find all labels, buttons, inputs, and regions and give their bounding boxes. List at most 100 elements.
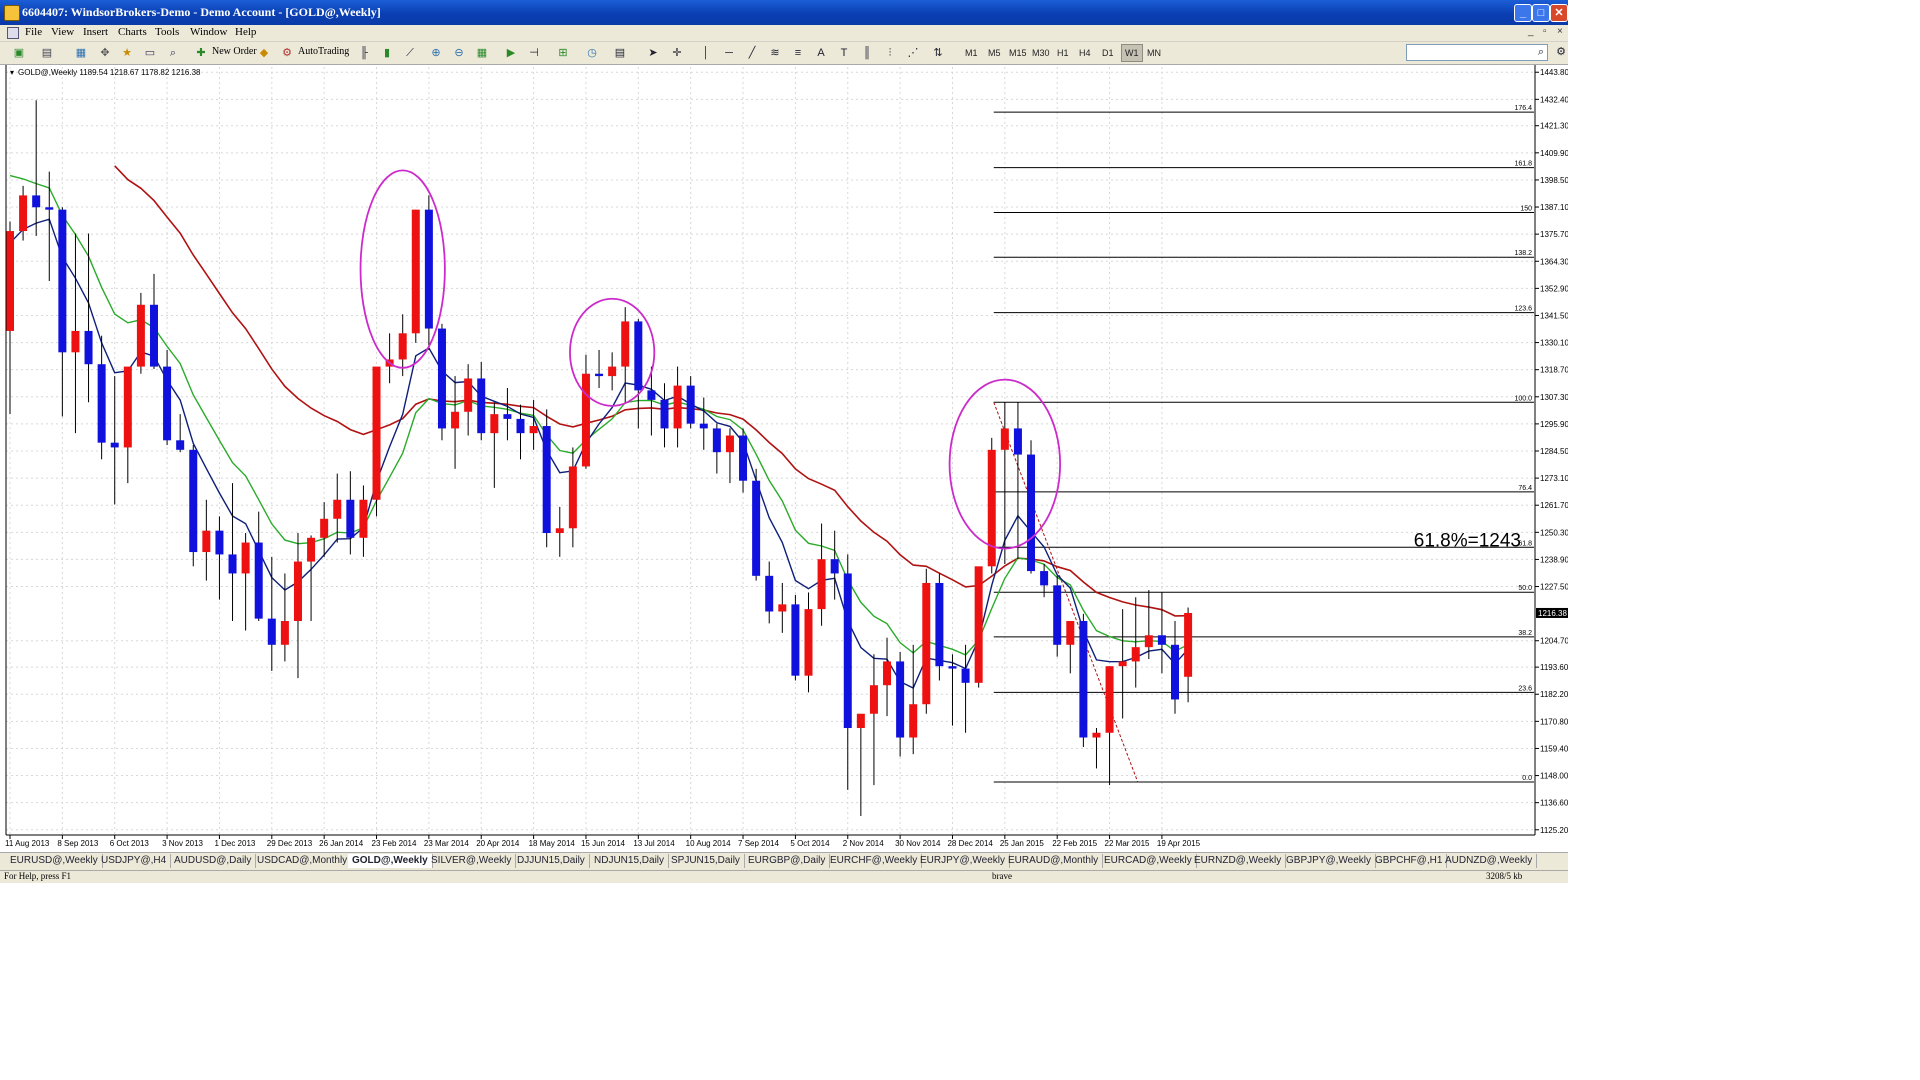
vertical-line-icon[interactable]: │ bbox=[697, 45, 715, 61]
timeframe-m15[interactable]: M15 bbox=[1006, 45, 1030, 61]
timeframe-d1[interactable]: D1 bbox=[1099, 45, 1117, 61]
text-tool-icon[interactable]: A bbox=[812, 45, 830, 61]
terminal-icon[interactable]: ▭ bbox=[141, 45, 159, 61]
candle-body bbox=[163, 366, 172, 441]
price-chart[interactable]: 176.4161.8150138.2123.6100.076.461.850.0… bbox=[0, 65, 1569, 852]
bar-chart-icon[interactable]: ╟ bbox=[355, 45, 373, 61]
tab-silver-weekly[interactable]: SILVER@,Weekly bbox=[427, 854, 517, 868]
menu-file[interactable]: File bbox=[25, 26, 42, 38]
minimize-button[interactable]: _ bbox=[1514, 4, 1532, 22]
new-order-button[interactable]: New Order bbox=[212, 46, 257, 57]
document-icon[interactable] bbox=[7, 27, 19, 39]
timeframe-m30[interactable]: M30 bbox=[1029, 45, 1053, 61]
tab-ndjun15-daily[interactable]: NDJUN15,Daily bbox=[590, 854, 670, 868]
zoom-out-icon[interactable]: ⊖ bbox=[450, 45, 468, 61]
tab-euraud-monthly[interactable]: EURAUD@,Monthly bbox=[1004, 854, 1104, 868]
candle-body bbox=[634, 321, 643, 391]
menu-view[interactable]: View bbox=[51, 26, 74, 38]
tab-eurusd-weekly[interactable]: EURUSD@,Weekly bbox=[6, 854, 103, 868]
candle-body bbox=[1040, 571, 1049, 586]
timeframe-h1[interactable]: H1 bbox=[1054, 45, 1072, 61]
horizontal-line-icon[interactable]: ─ bbox=[720, 45, 738, 61]
mdi-restore-button[interactable]: ▫ bbox=[1543, 26, 1547, 37]
candle bbox=[987, 437, 996, 574]
line-chart-icon[interactable]: ⟋ bbox=[401, 45, 419, 61]
mdi-close-button[interactable]: × bbox=[1557, 26, 1563, 37]
chart-header: GOLD@,Weekly 1189.54 1218.67 1178.82 121… bbox=[18, 68, 201, 77]
new-order-icon[interactable]: ✚ bbox=[192, 45, 210, 61]
tab-audusd-daily[interactable]: AUDUSD@,Daily bbox=[170, 854, 257, 868]
search-icon[interactable]: ⌕ bbox=[1532, 44, 1550, 60]
tab-eurjpy-weekly[interactable]: EURJPY@,Weekly bbox=[916, 854, 1010, 868]
gann-icon[interactable]: ║ bbox=[858, 45, 876, 61]
autotrading-button[interactable]: AutoTrading bbox=[298, 46, 349, 57]
candle-body bbox=[1171, 644, 1180, 700]
templates-icon[interactable]: ▤ bbox=[611, 45, 629, 61]
tab-djjun15-daily[interactable]: DJJUN15,Daily bbox=[513, 854, 590, 868]
timeframe-mn[interactable]: MN bbox=[1144, 45, 1164, 61]
menu-insert[interactable]: Insert bbox=[83, 26, 108, 38]
status-traffic: 3208/5 kb bbox=[1486, 871, 1523, 881]
periods-icon[interactable]: ◷ bbox=[583, 45, 601, 61]
chart-shift-icon[interactable]: ⊣ bbox=[525, 45, 543, 61]
candle-body bbox=[896, 661, 905, 738]
timeframe-m1[interactable]: M1 bbox=[962, 45, 981, 61]
tab-gbpchf-h1[interactable]: GBPCHF@,H1 bbox=[1371, 854, 1448, 868]
tab-audnzd-weekly[interactable]: AUDNZD@,Weekly bbox=[1441, 854, 1538, 868]
tab-usdjpy-h4[interactable]: USDJPY@,H4 bbox=[97, 854, 172, 868]
menu-window[interactable]: Window bbox=[190, 26, 227, 38]
close-button[interactable]: ✕ bbox=[1550, 4, 1568, 22]
tab-eurchf-weekly[interactable]: EURCHF@,Weekly bbox=[826, 854, 923, 868]
zoom-in-icon[interactable]: ⊕ bbox=[427, 45, 445, 61]
menu-help[interactable]: Help bbox=[235, 26, 256, 38]
candle-body bbox=[71, 330, 80, 353]
menu-tools[interactable]: Tools bbox=[155, 26, 179, 38]
arrows-icon[interactable]: ⇅ bbox=[929, 45, 947, 61]
fibonacci-icon[interactable]: ≋ bbox=[766, 45, 784, 61]
tab-gbpjpy-weekly[interactable]: GBPJPY@,Weekly bbox=[1282, 854, 1376, 868]
profiles-icon[interactable]: ▤ bbox=[38, 45, 56, 61]
fibo-fan-icon[interactable]: ⫶ bbox=[881, 45, 899, 61]
new-chart-icon[interactable]: ▣ bbox=[10, 45, 28, 61]
search-input[interactable] bbox=[1406, 44, 1548, 61]
text-label-icon[interactable]: T bbox=[835, 45, 853, 61]
mdi-minimize-button[interactable]: _ bbox=[1528, 26, 1534, 37]
tab-eurgbp-daily[interactable]: EURGBP@,Daily bbox=[744, 854, 831, 868]
timeframe-w1[interactable]: W1 bbox=[1121, 44, 1143, 62]
chart-background bbox=[0, 65, 1568, 852]
timeframe-m5[interactable]: M5 bbox=[985, 45, 1004, 61]
tab-eurcad-weekly[interactable]: EURCAD@,Weekly bbox=[1100, 854, 1197, 868]
candle-body bbox=[1066, 621, 1075, 645]
tab-spjun15-daily[interactable]: SPJUN15,Daily bbox=[667, 854, 745, 868]
candle-body bbox=[1079, 621, 1088, 738]
candle-body bbox=[451, 411, 460, 429]
channel-icon[interactable]: ≡ bbox=[789, 45, 807, 61]
strategy-tester-icon[interactable]: ⌕ bbox=[164, 45, 182, 61]
tile-windows-icon[interactable]: ▦ bbox=[473, 45, 491, 61]
fibo-expansion-icon[interactable]: ⋰ bbox=[904, 45, 922, 61]
metaeditor-icon[interactable]: ◆ bbox=[255, 45, 273, 61]
navigator-icon[interactable]: ✥ bbox=[96, 45, 114, 61]
favorites-icon[interactable]: ★ bbox=[118, 45, 136, 61]
tab-gold-weekly[interactable]: GOLD@,Weekly bbox=[348, 854, 433, 868]
tab-eurnzd-weekly[interactable]: EURNZD@,Weekly bbox=[1190, 854, 1287, 868]
trendline-icon[interactable]: ╱ bbox=[743, 45, 761, 61]
price-tick-label: 1398.50 bbox=[1540, 176, 1568, 185]
autoscroll-icon[interactable]: ▶ bbox=[502, 45, 520, 61]
candle-body bbox=[19, 195, 28, 232]
market-watch-icon[interactable]: ▦ bbox=[72, 45, 90, 61]
autotrading-icon[interactable]: ⚙ bbox=[278, 45, 296, 61]
options-icon[interactable]: ⚙ bbox=[1552, 44, 1570, 60]
candle-body bbox=[202, 530, 211, 553]
time-tick-label: 25 Jan 2015 bbox=[1000, 839, 1045, 848]
tab-usdcad-monthly[interactable]: USDCAD@,Monthly bbox=[253, 854, 353, 868]
menu-charts[interactable]: Charts bbox=[118, 26, 147, 38]
chart-window[interactable]: 176.4 161.8 150 138.2 123.6 100.0 76.4 61.8 50.0… bbox=[0, 65, 1569, 852]
timeframe-h4[interactable]: H4 bbox=[1076, 45, 1094, 61]
crosshair-icon[interactable]: ✛ bbox=[668, 45, 686, 61]
candlestick-icon[interactable]: ▮ bbox=[378, 45, 396, 61]
maximize-button[interactable]: □ bbox=[1532, 4, 1550, 22]
indicators-icon[interactable]: ⊞ bbox=[554, 45, 572, 61]
candle-body bbox=[621, 321, 630, 367]
cursor-icon[interactable]: ➤ bbox=[644, 45, 662, 61]
